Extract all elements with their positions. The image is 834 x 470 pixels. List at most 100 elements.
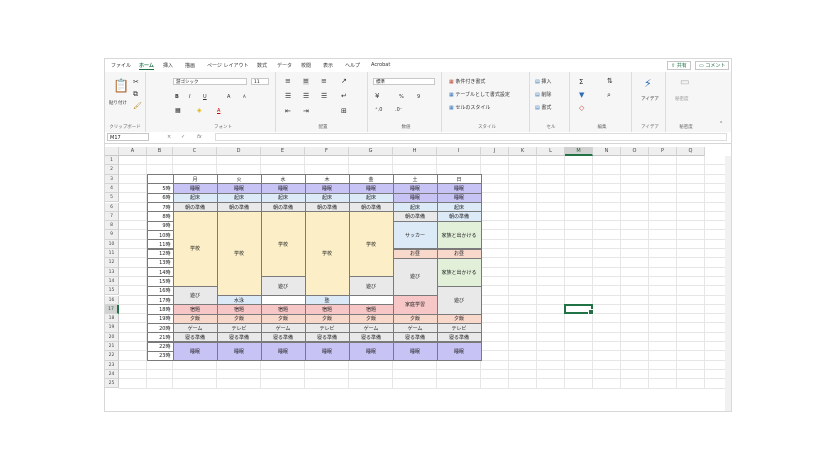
insert-function-button[interactable]: fx <box>197 134 202 140</box>
column-header-p[interactable]: P <box>649 147 677 156</box>
column-header-e[interactable]: E <box>261 147 305 156</box>
increase-decimal-icon[interactable]: ⁺.0 <box>375 108 382 113</box>
format-cells-button[interactable]: ▤ 書式 <box>535 104 551 111</box>
schedule-block-cell[interactable]: 睡眠 <box>172 341 218 362</box>
fill-icon[interactable]: ▼ <box>579 92 584 99</box>
orientation-icon[interactable]: ↗ <box>341 78 347 85</box>
paste-icon[interactable]: 📋 <box>113 80 129 93</box>
enter-button[interactable]: ✓ <box>181 134 185 140</box>
schedule-block-cell[interactable]: 遊び <box>436 285 482 315</box>
row-header-3[interactable]: 3 <box>105 174 119 184</box>
schedule-block-cell[interactable]: 睡眠 <box>260 341 306 362</box>
row-header-22[interactable]: 22 <box>105 351 119 361</box>
tab-draw[interactable]: 描画 <box>185 62 195 69</box>
row-header-4[interactable]: 4 <box>105 183 119 194</box>
tab-insert[interactable]: 挿入 <box>163 62 173 69</box>
row-header-11[interactable]: 11 <box>105 249 119 259</box>
tab-home[interactable]: ホーム <box>139 62 154 70</box>
schedule-block-cell[interactable]: 学校 <box>216 211 262 296</box>
schedule-block-cell[interactable]: 学校 <box>348 211 394 278</box>
schedule-block-cell[interactable]: 遊び <box>260 276 306 296</box>
vertical-scrollbar[interactable] <box>725 156 731 411</box>
schedule-block-cell[interactable]: 家族と出かける <box>436 257 482 287</box>
schedule-block-cell[interactable]: サッカー <box>392 220 438 250</box>
schedule-block-cell[interactable]: 睡眠 <box>216 341 262 362</box>
insert-cells-button[interactable]: ▤ 挿入 <box>535 78 551 85</box>
comments-button[interactable]: ▭ コメント <box>695 61 730 70</box>
column-header-j[interactable]: J <box>481 147 509 156</box>
clear-icon[interactable]: ◇ <box>579 105 584 112</box>
schedule-block-cell[interactable]: 学校 <box>260 211 306 278</box>
schedule-block-cell[interactable]: 睡眠 <box>304 341 350 362</box>
shrink-font-button[interactable]: A <box>243 94 246 99</box>
active-cell-m17[interactable] <box>564 303 594 316</box>
increase-indent-icon[interactable]: ⇥ <box>303 108 309 115</box>
column-header-l[interactable]: L <box>537 147 565 156</box>
column-header-h[interactable]: H <box>393 147 437 156</box>
italic-button[interactable]: I <box>189 94 190 100</box>
row-header-6[interactable]: 6 <box>105 202 119 212</box>
select-all-corner[interactable] <box>105 147 119 156</box>
row-header-17[interactable]: 17 <box>105 304 119 315</box>
schedule-block-cell[interactable]: 学校 <box>172 211 218 287</box>
cut-icon[interactable]: ✂ <box>133 79 139 86</box>
currency-icon[interactable]: ¥ <box>375 93 379 100</box>
row-header-18[interactable]: 18 <box>105 314 119 324</box>
name-box[interactable]: M17 <box>107 133 149 141</box>
row-header-12[interactable]: 12 <box>105 258 119 268</box>
share-button[interactable]: ⇪ 共有 <box>667 61 691 70</box>
row-header-8[interactable]: 8 <box>105 221 119 231</box>
schedule-block-cell[interactable]: 睡眠 <box>348 341 394 362</box>
row-header-9[interactable]: 9 <box>105 230 119 240</box>
schedule-block-cell[interactable]: 学校 <box>304 211 350 296</box>
align-left-icon[interactable]: ☰ <box>285 93 291 100</box>
align-center-icon[interactable]: ☰ <box>303 93 309 100</box>
grow-font-button[interactable]: A <box>227 94 230 100</box>
schedule-block-cell[interactable]: 遊び <box>348 276 394 296</box>
formula-input[interactable] <box>215 133 727 141</box>
bold-button[interactable]: B <box>175 94 179 100</box>
ideas-icon[interactable]: ⚡ <box>644 78 652 89</box>
decrease-indent-icon[interactable]: ⇤ <box>285 108 291 115</box>
sort-filter-icon[interactable]: ⇅ <box>607 78 613 85</box>
autosum-button[interactable]: Σ <box>579 78 583 86</box>
format-as-table-button[interactable]: ▦ テーブルとして書式設定 <box>449 91 510 98</box>
delete-cells-button[interactable]: ▤ 削除 <box>535 91 551 98</box>
row-header-19[interactable]: 19 <box>105 323 119 333</box>
align-middle-icon[interactable]: ≡ <box>303 78 309 85</box>
copy-icon[interactable]: ⧉ <box>133 91 138 98</box>
tab-data[interactable]: データ <box>277 62 292 69</box>
font-color-button[interactable]: A <box>217 108 220 114</box>
row-header-13[interactable]: 13 <box>105 267 119 277</box>
schedule-block-cell[interactable]: 遊び <box>172 285 218 306</box>
column-header-g[interactable]: G <box>349 147 393 156</box>
decrease-decimal-icon[interactable]: .0⁻ <box>395 108 402 113</box>
tab-review[interactable]: 校閲 <box>301 62 311 69</box>
collapse-ribbon-icon[interactable]: ⌃ <box>719 122 723 127</box>
merge-center-icon[interactable]: ⊞ <box>341 108 347 115</box>
wrap-text-icon[interactable]: ↵ <box>341 93 347 100</box>
align-right-icon[interactable]: ☰ <box>321 93 327 100</box>
row-header-23[interactable]: 23 <box>105 360 119 370</box>
row-header-5[interactable]: 5 <box>105 193 119 203</box>
column-header-n[interactable]: N <box>593 147 621 156</box>
align-top-icon[interactable]: ≡ <box>285 78 291 85</box>
font-name-select[interactable]: 游ゴシック <box>173 78 247 85</box>
schedule-block-cell[interactable]: 遊び <box>392 257 438 296</box>
schedule-block-cell[interactable]: 家族と出かける <box>436 220 482 250</box>
row-header-14[interactable]: 14 <box>105 276 119 287</box>
schedule-block-cell[interactable]: 睡眠 <box>436 341 482 362</box>
fill-color-icon[interactable]: ◈ <box>197 108 202 114</box>
conditional-format-button[interactable]: ▦ 条件付き書式 <box>449 78 485 85</box>
schedule-block-cell[interactable]: 家庭学習 <box>392 295 438 315</box>
paste-button[interactable]: 貼り付け <box>109 100 127 106</box>
row-header-1[interactable]: 1 <box>105 156 119 166</box>
column-header-c[interactable]: C <box>173 147 217 156</box>
row-header-24[interactable]: 24 <box>105 369 119 380</box>
tab-file[interactable]: ファイル <box>111 62 131 69</box>
tab-help[interactable]: ヘルプ <box>345 62 360 69</box>
tab-page-layout[interactable]: ページ レイアウト <box>207 62 249 69</box>
column-header-k[interactable]: K <box>509 147 537 156</box>
column-header-d[interactable]: D <box>217 147 261 156</box>
column-header-o[interactable]: O <box>621 147 649 156</box>
